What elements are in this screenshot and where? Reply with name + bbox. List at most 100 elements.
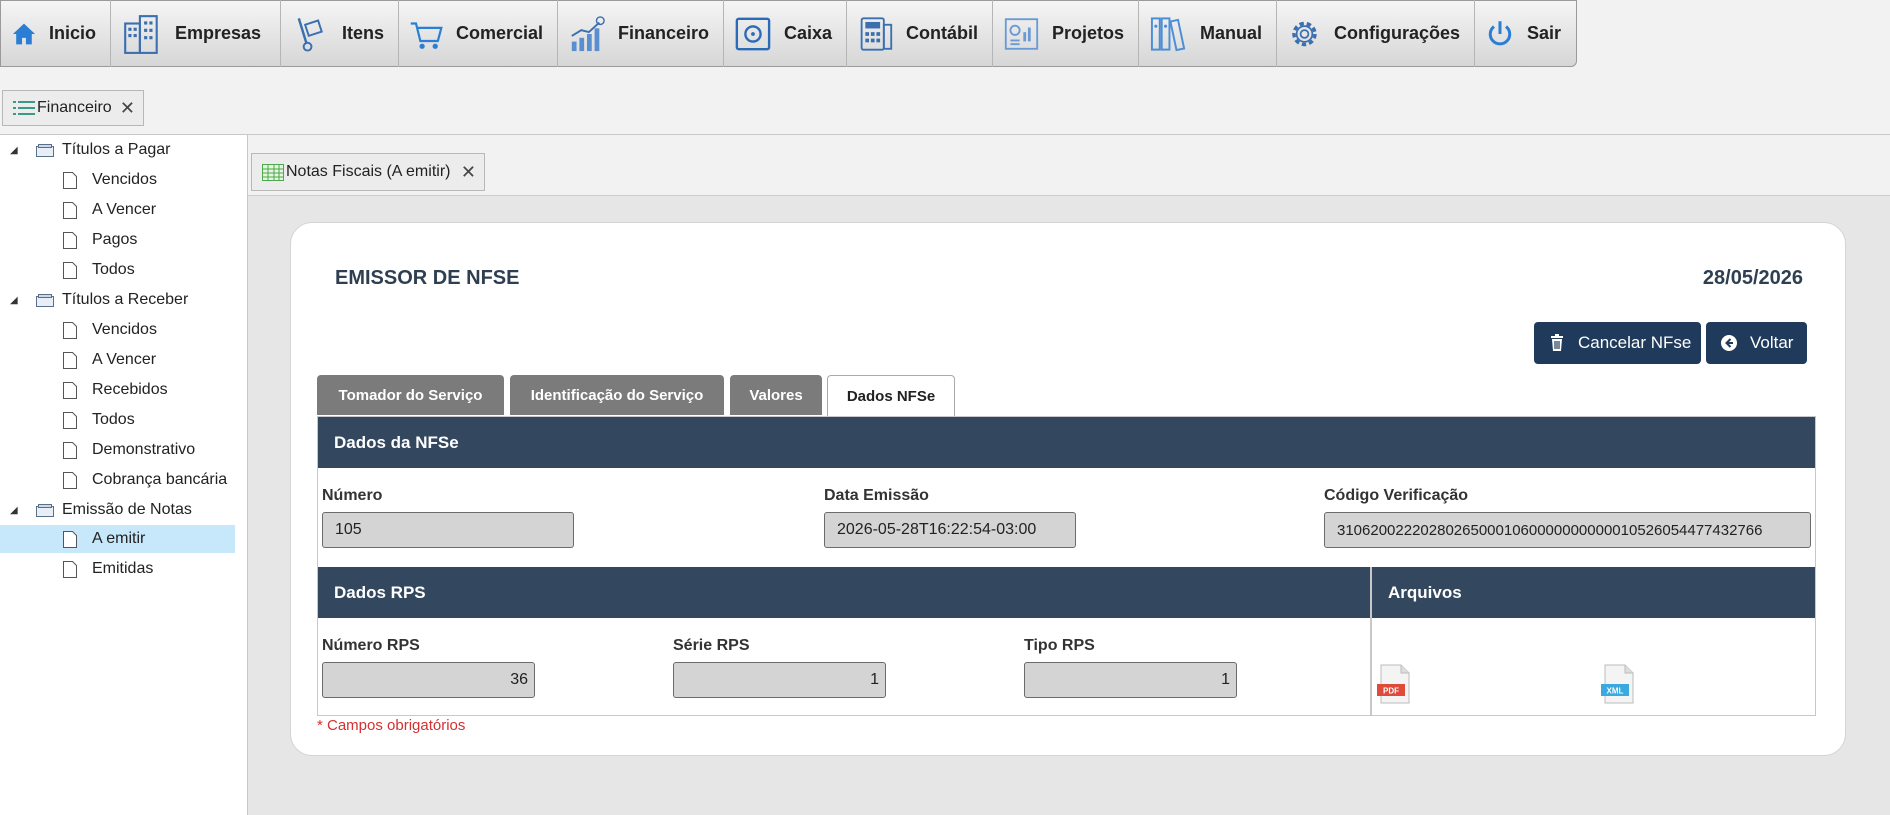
data-emissao-label: Data Emissão (824, 487, 929, 504)
page-title: EMISSOR DE NFSE (335, 267, 520, 289)
menu-empresas[interactable]: Empresas (111, 0, 281, 67)
tree-item-pagar-pagos[interactable]: Pagos (0, 226, 235, 254)
tree-item-receber-vencidos[interactable]: Vencidos (0, 316, 235, 344)
xml-file-icon[interactable]: XML (1601, 664, 1635, 704)
tree-item-label: Emitidas (92, 560, 154, 577)
section-dados-nfse: Dados da NFSe (318, 417, 1815, 468)
growth-chart-icon (571, 15, 605, 51)
spreadsheet-icon (262, 163, 284, 181)
folder-icon (36, 293, 54, 307)
tree-item-receber-recebidos[interactable]: Recebidos (0, 376, 235, 404)
tree-group-label: Títulos a Receber (62, 291, 189, 308)
collapse-triangle-icon[interactable]: ◢ (10, 505, 18, 516)
close-icon[interactable]: ✕ (461, 162, 476, 183)
tree-group-label: Emissão de Notas (62, 501, 192, 518)
nfse-emitter-card: EMISSOR DE NFSE 28/05/2026 Cancelar NFse… (290, 222, 1846, 756)
menu-itens[interactable]: Itens (281, 0, 399, 67)
tree-item-label: Todos (92, 411, 135, 428)
binders-icon (1150, 16, 1186, 51)
tree-group-titulos-receber[interactable]: ◢ Títulos a Receber (0, 286, 235, 314)
hand-truck-icon (297, 17, 323, 52)
menu-manual[interactable]: Manual (1139, 0, 1277, 67)
shopping-cart-icon (410, 21, 443, 49)
document-icon (63, 171, 77, 189)
main-menu-bar: Inicio Empresas Itens Comercial Financei… (0, 0, 1577, 67)
home-icon (12, 23, 36, 44)
calculator-icon (860, 16, 893, 51)
tree-item-notas-emitidas[interactable]: Emitidas (0, 555, 235, 583)
tab-label: Notas Fiscais (A emitir) (286, 163, 451, 180)
tree-item-pagar-vencidos[interactable]: Vencidos (0, 166, 235, 194)
document-icon (63, 441, 77, 459)
tree-item-label: Cobrança bancária (92, 471, 228, 488)
menu-comercial[interactable]: Comercial (399, 0, 558, 67)
numero-field[interactable]: 105 (322, 512, 574, 548)
numero-label: Número (322, 487, 383, 504)
data-emissao-field[interactable]: 2026-05-28T16:22:54-03:00 (824, 512, 1076, 548)
collapse-triangle-icon[interactable]: ◢ (10, 145, 18, 156)
pdf-file-icon[interactable]: PDF (1377, 664, 1411, 704)
tree-group-emissao-notas[interactable]: ◢ Emissão de Notas (0, 496, 235, 524)
tree-item-receber-todos[interactable]: Todos (0, 406, 235, 434)
tree-item-pagar-todos[interactable]: Todos (0, 256, 235, 284)
arrow-left-circle-icon (1721, 335, 1737, 351)
list-icon (13, 101, 35, 115)
dados-nfse-panel: Dados da NFSe Número 105 Data Emissão 20… (317, 416, 1816, 716)
cancel-nfse-button[interactable]: Cancelar NFse (1534, 322, 1701, 364)
section-dados-rps: Dados RPS (318, 567, 1370, 618)
tipo-rps-label: Tipo RPS (1024, 637, 1095, 654)
document-icon (63, 201, 77, 219)
menu-sair[interactable]: Sair (1475, 0, 1575, 67)
document-icon (63, 411, 77, 429)
tree-item-label: Demonstrativo (92, 441, 196, 458)
serie-rps-field[interactable]: 1 (673, 662, 886, 698)
document-icon (63, 560, 77, 578)
document-icon (63, 231, 77, 249)
menu-inicio[interactable]: Inicio (1, 0, 111, 67)
close-icon[interactable]: ✕ (120, 98, 135, 119)
tipo-rps-field[interactable]: 1 (1024, 662, 1237, 698)
numero-rps-field[interactable]: 36 (322, 662, 535, 698)
collapse-triangle-icon[interactable]: ◢ (10, 295, 18, 306)
tab-identificacao-servico[interactable]: Identificação do Serviço (510, 375, 724, 415)
document-tab-strip: Notas Fiscais (A emitir) ✕ (248, 135, 1890, 196)
menu-contabil[interactable]: Contábil (847, 0, 993, 67)
folder-icon (36, 143, 54, 157)
tree-item-pagar-a-vencer[interactable]: A Vencer (0, 196, 235, 224)
tab-tomador-servico[interactable]: Tomador do Serviço (317, 375, 504, 415)
pdf-label: PDF (1383, 687, 1399, 696)
tree-item-label: Recebidos (92, 381, 168, 398)
menu-financeiro[interactable]: Financeiro (558, 0, 724, 67)
tab-dados-nfse[interactable]: Dados NFSe (827, 375, 955, 416)
tree-item-label: Vencidos (92, 321, 157, 338)
menu-configuracoes[interactable]: Configurações (1277, 0, 1475, 67)
menu-projetos[interactable]: Projetos (993, 0, 1139, 67)
tree-item-receber-demonstrativo[interactable]: Demonstrativo (0, 436, 235, 464)
document-icon (63, 530, 77, 548)
tree-item-label: Todos (92, 261, 135, 278)
current-date: 28/05/2026 (1702, 267, 1803, 289)
tree-item-receber-a-vencer[interactable]: A Vencer (0, 346, 235, 374)
tab-notas-fiscais[interactable]: Notas Fiscais (A emitir) ✕ (251, 153, 485, 191)
back-button[interactable]: Voltar (1706, 322, 1807, 364)
tree-item-label: Pagos (92, 231, 138, 248)
menu-caixa[interactable]: Caixa (724, 0, 847, 67)
tree-item-receber-cobranca[interactable]: Cobrança bancária (0, 466, 235, 494)
numero-rps-label: Número RPS (322, 637, 420, 654)
tab-valores[interactable]: Valores (730, 375, 822, 415)
buildings-icon (124, 14, 158, 54)
codigo-verificacao-field[interactable]: 3106200222028026500010600000000000105260… (1324, 512, 1811, 548)
tree-group-titulos-pagar[interactable]: ◢ Títulos a Pagar (0, 136, 235, 164)
work-area: Notas Fiscais (A emitir) ✕ EMISSOR DE NF… (248, 135, 1890, 815)
tree-item-notas-a-emitir[interactable]: A emitir (0, 525, 235, 553)
tree-item-label: A emitir (92, 530, 146, 547)
tree-item-label: Vencidos (92, 171, 157, 188)
document-icon (63, 351, 77, 369)
tree-item-label: A Vencer (92, 201, 157, 218)
document-icon (63, 471, 77, 489)
tree-group-label: Títulos a Pagar (62, 141, 171, 158)
section-arquivos: Arquivos (1372, 567, 1815, 618)
module-tab-financeiro[interactable]: Financeiro ✕ (2, 90, 144, 126)
document-icon (63, 381, 77, 399)
folder-icon (36, 503, 54, 517)
